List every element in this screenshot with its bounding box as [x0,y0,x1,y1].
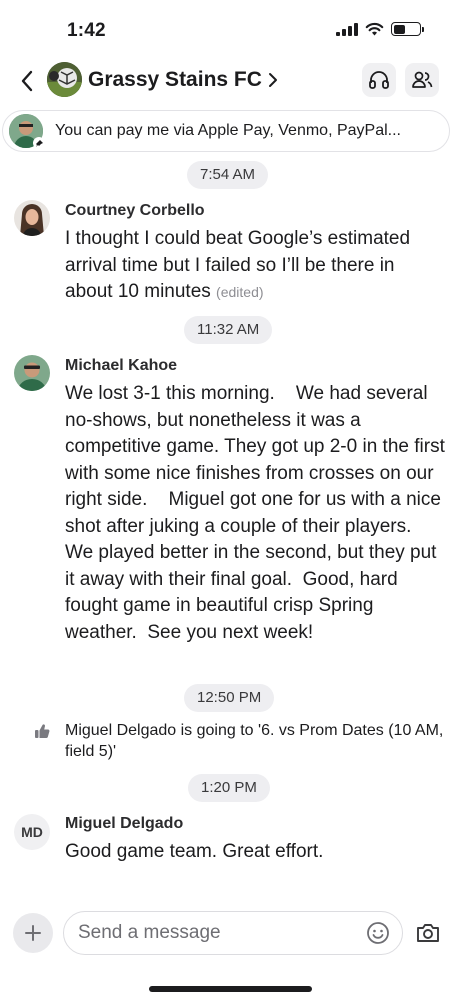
rsvp-event-text: Miguel Delgado is going to '6. vs Prom D… [65,722,444,760]
sender-name[interactable]: Michael Kahoe [65,357,177,375]
plus-icon [25,925,41,941]
status-bar: 1:42 [0,0,461,60]
group-title-button[interactable]: Grassy Stains FC [88,68,278,92]
avatar[interactable] [14,355,50,391]
message-input[interactable] [78,912,358,954]
emoji-icon[interactable] [366,921,390,945]
sender-name[interactable]: Courtney Corbello [65,202,205,220]
timestamp-divider: 11:32 AM [184,316,273,344]
chevron-right-icon [268,73,277,87]
headphones-icon [369,71,389,89]
pinned-message-text: You can pay me via Apple Pay, Venmo, Pay… [55,122,401,139]
sender-name[interactable]: Miguel Delgado [65,815,183,833]
timestamp-divider: 1:20 PM [188,774,270,802]
chat-header: Grassy Stains FC [0,58,461,108]
cellular-signal-icon [336,22,358,36]
avatar[interactable] [14,200,50,236]
avatar[interactable]: MD [14,814,50,850]
message-text: Good game team. Great effort. [65,841,324,862]
pin-icon [33,137,45,149]
message-text: I thought I could beat Google’s estimate… [65,226,445,306]
rsvp-event-row: Miguel Delgado is going to '6. vs Prom D… [0,718,461,768]
thumbs-up-icon [35,724,50,738]
message-composer [63,911,403,955]
timestamp-divider: 12:50 PM [184,684,275,712]
timestamp-divider: 7:54 AM [187,161,269,189]
edited-label: (edited) [216,284,264,300]
chevron-left-icon [21,70,33,92]
status-icons [336,22,424,36]
group-avatar[interactable] [47,62,82,97]
status-time: 1:42 [67,20,106,41]
audio-call-button[interactable] [362,63,396,97]
members-button[interactable] [405,63,439,97]
members-icon [412,71,433,88]
pinned-message-banner[interactable]: You can pay me via Apple Pay, Venmo, Pay… [2,110,450,152]
add-attachment-button[interactable] [13,913,53,953]
message-text: We lost 3-1 this morning. We had several… [65,383,451,643]
home-indicator [149,986,312,992]
wifi-icon [365,22,384,36]
back-button[interactable] [14,66,40,96]
battery-icon [391,22,424,36]
group-title: Grassy Stains FC [88,68,262,91]
camera-icon[interactable] [414,919,442,947]
